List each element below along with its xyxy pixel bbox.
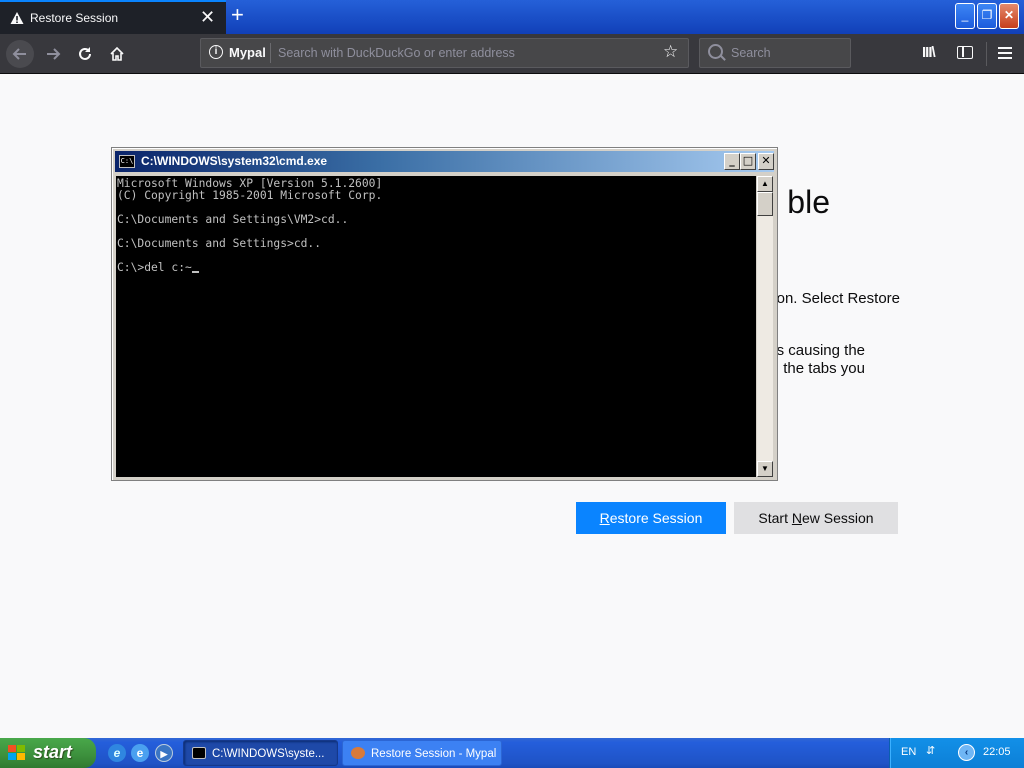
search-icon (708, 44, 723, 59)
window-restore-button[interactable]: ❐ (977, 3, 997, 29)
tab-restore-session[interactable]: Restore Session ✕ (0, 0, 226, 34)
back-button[interactable] (6, 40, 34, 68)
forward-button[interactable] (39, 40, 67, 68)
forward-arrow-icon (47, 48, 61, 60)
home-icon (110, 46, 124, 61)
language-bar-icon[interactable]: ⇵ (926, 744, 935, 757)
start-new-session-button[interactable]: Start New Session (734, 502, 898, 534)
taskbar-item-cmd[interactable]: C:\WINDOWS\syste... (183, 740, 338, 766)
scroll-down-button[interactable]: ▼ (757, 461, 773, 477)
media-player-icon[interactable]: ▶ (155, 744, 173, 762)
address-bar[interactable]: i Mypal Search with DuckDuckGo or enter … (200, 38, 689, 68)
cmd-icon: C:\ (119, 155, 135, 168)
language-indicator[interactable]: EN (901, 746, 916, 758)
home-button[interactable] (103, 40, 131, 68)
windows-flag-icon (8, 745, 26, 761)
back-arrow-icon (12, 48, 26, 60)
scroll-thumb[interactable] (757, 192, 773, 216)
info-icon[interactable]: i (209, 45, 223, 59)
console-cursor (191, 271, 199, 273)
restore-session-button[interactable]: Restore Session (576, 502, 726, 534)
cmd-window-title: C:\WINDOWS\system32\cmd.exe (141, 154, 328, 168)
cmd-console[interactable]: Microsoft Windows XP [Version 5.1.2600] … (116, 176, 756, 477)
internet-explorer-icon[interactable]: e (108, 744, 126, 762)
cmd-maximize-button[interactable]: □ (740, 153, 756, 170)
cmd-minimize-button[interactable]: _ (724, 153, 740, 170)
ie-alt-icon[interactable]: e (131, 744, 149, 762)
system-tray: EN ⇵ ‹ 22:05 (889, 738, 1024, 768)
hamburger-menu-icon[interactable] (998, 47, 1012, 59)
search-placeholder[interactable]: Search (731, 46, 771, 60)
site-identity-label[interactable]: Mypal (229, 45, 266, 60)
cmd-icon (192, 747, 206, 759)
tab-title: Restore Session (30, 11, 119, 25)
window-close-button[interactable]: ✕ (999, 3, 1019, 29)
cmd-window[interactable]: C:\ C:\WINDOWS\system32\cmd.exe _ □ ✕ Mi… (111, 147, 778, 481)
start-new-label-prefix: Start (758, 510, 792, 526)
taskbar-item-label: Restore Session - Mypal (371, 748, 497, 760)
bookmark-star-icon[interactable]: ☆ (663, 42, 678, 62)
cmd-close-button[interactable]: ✕ (758, 153, 774, 170)
show-hidden-icons-button[interactable]: ‹ (958, 744, 975, 761)
warning-icon (10, 12, 24, 24)
cmd-title-bar[interactable]: C:\ C:\WINDOWS\system32\cmd.exe _ □ ✕ (115, 151, 774, 172)
tab-close-icon[interactable]: ✕ (200, 8, 215, 26)
tab-strip-background (226, 0, 1024, 34)
toolbar-separator (986, 42, 987, 66)
start-button[interactable]: start (0, 738, 96, 768)
cmd-scrollbar[interactable]: ▲ ▼ (757, 176, 773, 477)
clock[interactable]: 22:05 (983, 746, 1011, 758)
navigation-toolbar: i Mypal Search with DuckDuckGo or enter … (0, 34, 1024, 74)
sidebar-icon[interactable] (957, 46, 973, 59)
urlbar-separator (270, 43, 271, 63)
start-label: start (33, 742, 73, 762)
reload-button[interactable] (71, 40, 99, 68)
restore-label-rest: estore Session (609, 510, 703, 526)
taskbar: start e e ▶ C:\WINDOWS\syste... Restore … (0, 738, 1024, 768)
start-new-label-rest: ew Session (802, 510, 874, 526)
console-output: Microsoft Windows XP [Version 5.1.2600] … (117, 177, 383, 274)
restore-accel-key: R (599, 510, 610, 526)
tab-strip: Restore Session ✕ + _ ❐ ✕ (0, 0, 1024, 34)
taskbar-item-label: C:\WINDOWS\syste... (212, 748, 325, 760)
start-new-accel-key: N (791, 510, 802, 526)
mypal-icon (351, 747, 365, 759)
taskbar-item-restore-session[interactable]: Restore Session - Mypal (342, 740, 502, 766)
scroll-up-button[interactable]: ▲ (757, 176, 773, 192)
library-icon[interactable]: III\ (922, 44, 936, 61)
address-placeholder[interactable]: Search with DuckDuckGo or enter address (278, 46, 515, 60)
search-bar[interactable]: Search (699, 38, 851, 68)
new-tab-button[interactable]: + (231, 3, 244, 27)
reload-icon (79, 47, 91, 60)
window-minimize-button[interactable]: _ (955, 3, 975, 29)
